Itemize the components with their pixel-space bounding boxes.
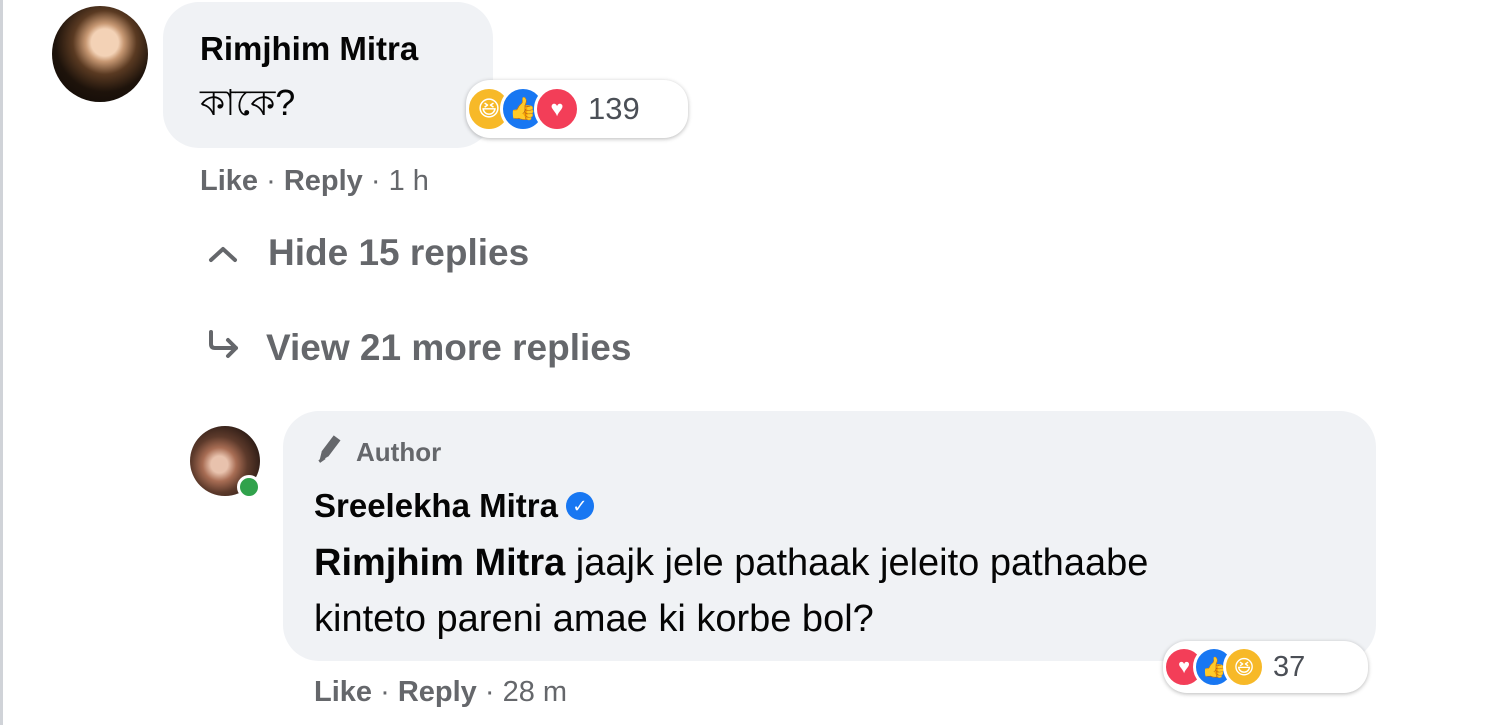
haha-icon: 😆	[1223, 646, 1265, 688]
separator: ·	[372, 676, 398, 708]
verified-badge-icon: ✓	[565, 492, 594, 520]
timestamp[interactable]: 28 m	[503, 676, 567, 708]
separator: ·	[476, 676, 503, 708]
reply-button[interactable]: Reply	[398, 676, 477, 708]
reaction-count: 139	[588, 91, 640, 126]
separator: ·	[258, 165, 284, 197]
hide-replies-label: Hide 15 replies	[268, 232, 530, 273]
author-badge-label: Author	[356, 436, 442, 467]
avatar[interactable]	[52, 6, 148, 102]
online-status-indicator	[237, 475, 261, 499]
reaction-summary[interactable]: ♥ 👍 😆 37	[1163, 641, 1368, 693]
reply-arrow-icon	[206, 329, 246, 367]
reply-text: Rimjhim Mitra jaajk jele pathaak jeleito…	[314, 535, 1354, 647]
reply-text-line1: jaajk jele pathaak jeleito pathaabe	[565, 542, 1149, 584]
comment-author-name[interactable]: Rimjhim Mitra	[200, 30, 418, 68]
hide-replies-button[interactable]: Hide 15 replies	[208, 232, 529, 274]
timestamp[interactable]: 1 h	[389, 165, 429, 197]
reply-text-line2: kinteto pareni amae ki korbe bol?	[314, 598, 874, 640]
author-badge: Author	[314, 432, 441, 472]
mention-link[interactable]: Rimjhim Mitra	[314, 542, 565, 584]
view-more-replies-button[interactable]: View 21 more replies	[206, 327, 631, 369]
reaction-count: 37	[1273, 650, 1306, 683]
frame-border	[0, 0, 3, 725]
reply-button[interactable]: Reply	[284, 165, 363, 197]
comment-actions: Like · Reply · 1 h	[200, 165, 429, 198]
separator: ·	[362, 165, 389, 197]
reply-actions: Like · Reply · 28 m	[314, 676, 567, 709]
view-more-replies-label: View 21 more replies	[266, 327, 632, 368]
pen-icon	[311, 430, 348, 474]
like-button[interactable]: Like	[314, 676, 372, 708]
reaction-summary[interactable]: 😆 👍 ♥ 139	[466, 80, 688, 138]
reply-author: Sreelekha Mitra ✓	[314, 487, 594, 525]
comment-text: কাকে?	[200, 82, 296, 123]
reply-author-name[interactable]: Sreelekha Mitra	[314, 487, 558, 525]
chevron-up-icon	[208, 235, 248, 272]
like-button[interactable]: Like	[200, 165, 258, 197]
love-icon: ♥	[534, 86, 580, 132]
